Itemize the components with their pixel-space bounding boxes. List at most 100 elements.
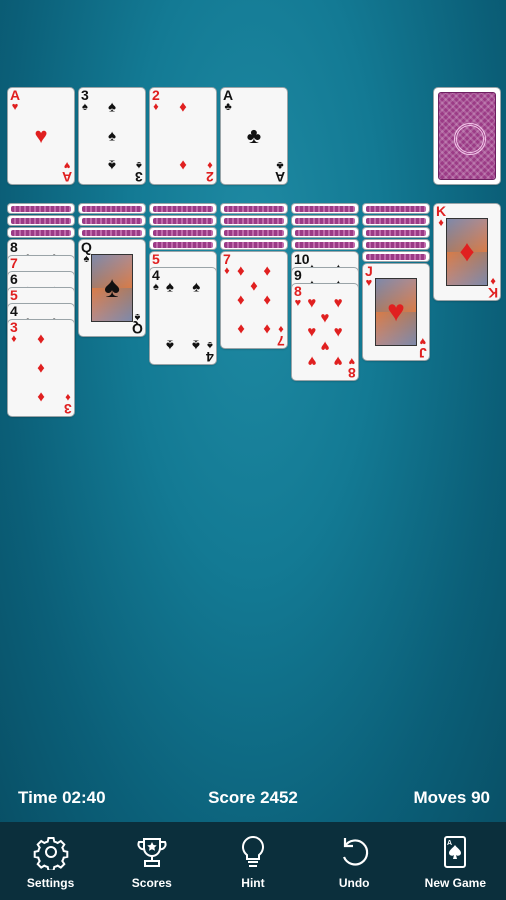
settings-label: Settings [26,876,75,890]
card-pip-icon: ♥ [333,294,343,312]
tableau-3-card-2[interactable]: 4 ♠ 4 ♠ ♠ ♠ ♠ ♠ [150,268,216,364]
card-corner-top: A ♥ [10,88,20,113]
face-down-card [221,204,287,213]
face-down-card [150,216,216,225]
tableau-2-card-1[interactable]: Q ♠ Q ♠ ♠ [79,240,145,336]
face-down-card [292,204,358,213]
lightbulb-icon [241,835,264,867]
card-rank: 3 [135,169,143,184]
status-bar: Time 02:40 Score 2452 Moves 90 [0,788,506,812]
card-pip-icon: ♦ [179,98,187,116]
card-suit-icon: ♥ [294,297,302,309]
settings-button[interactable]: Settings [6,822,96,900]
card-corner-bottom: 2 ♦ [206,159,214,184]
card-suit-icon: ♠ [83,253,90,265]
card-rank: 7 [277,333,285,348]
court-figure: ♦ [446,218,488,286]
card-suit-icon: ♣ [224,101,232,113]
card-corner-bottom: 3 ♦ [64,391,72,416]
card-corner-bottom: A ♣ [274,159,285,184]
card-suit-icon: ♦ [65,391,71,403]
face-down-card [363,240,429,249]
card-rank: A [274,169,285,184]
card-rank: 2 [206,169,214,184]
card-pip-icon: ♥ [307,323,317,341]
card-suit-icon: ♥ [11,101,19,113]
new-game-label: New Game [424,876,487,890]
card-suit-icon: ♦ [11,333,17,345]
face-down-card [79,216,145,225]
hint-button[interactable]: Hint [208,822,298,900]
tableau-5-card-3[interactable]: 8 ♥ 8 ♥ ♥ ♥ ♥ ♥ ♥ ♥ ♥ ♥ [292,284,358,380]
card-pip-icon: ♥ [333,352,343,370]
card-pip-icon: ♦ [37,388,45,406]
card-corner-top: J ♥ [365,264,373,289]
card-pip-icon: ♦ [263,291,272,309]
card-rank: Q [132,321,143,336]
face-down-card [292,228,358,237]
card-pip-icon: ♠ [108,127,116,145]
tableau-4-card-1[interactable]: 7 ♦ 7 ♦ ♦ ♦ ♦ ♦ ♦ ♦ ♦ [221,252,287,348]
card-suit-icon: ♠ [81,101,88,113]
face-down-card [221,216,287,225]
card-pip-icon: ♣ [246,123,262,148]
court-figure: ♠ [91,254,133,322]
card-pip-icon: ♥ [307,352,317,370]
face-down-card [150,240,216,249]
card-pip-icon: ♦ [263,320,272,338]
foundation-pile-3[interactable]: 2 ♦ 2 ♦ ♦ ♦ [150,88,216,184]
card-suit-icon: ♦ [278,323,284,335]
tableau-6-card-1[interactable]: J ♥ J ♥ ♥ [363,264,429,360]
face-down-card [8,228,74,237]
card-corner-top: 4 ♠ [152,268,160,293]
face-down-card [79,228,145,237]
card-suit-icon: ♥ [63,159,71,171]
face-down-card [79,204,145,213]
foundation-pile-4[interactable]: A ♣ A ♣ ♣ [221,88,287,184]
card-suit-icon: ♦ [207,159,213,171]
card-corner-bottom: A ♥ [62,159,72,184]
undo-label: Undo [338,876,370,890]
card-corner-bottom: J ♥ [419,335,427,360]
card-suit-icon: ♥ [419,335,427,347]
tableau-1-card-6[interactable]: 3 ♦ 3 ♦ ♦ ♦ ♦ [8,320,74,416]
card-suit-icon: ♥ [365,277,373,289]
card-pip-icon: ♥ [307,294,317,312]
card-corner-top: 7 ♦ [223,252,231,277]
card-rank: J [419,345,427,360]
card-pip-icon: ♥ [320,309,330,327]
stock-pile[interactable] [434,88,500,184]
card-corner-bottom: 4 ♠ [206,339,214,364]
undo-icon [343,838,369,866]
card-corner-top: A ♣ [223,88,233,113]
card-pip-icon: ♦ [263,262,272,280]
svg-text:A: A [447,840,452,847]
face-down-card [363,204,429,213]
tableau-7-card-1[interactable]: K ♦ K ♦ ♦ [434,204,500,300]
undo-button[interactable]: Undo [309,822,399,900]
card-corner-top: K ♦ [436,204,446,229]
new-game-button[interactable]: A New Game [410,822,500,900]
card-pip-icon: ♥ [333,323,343,341]
card-pip-icon: ♦ [37,330,45,348]
face-down-card [150,204,216,213]
scores-label: Scores [131,876,172,890]
scores-button[interactable]: Scores [107,822,197,900]
card-rank: K [487,285,498,300]
moves-display: Moves 90 [413,788,490,807]
card-rank: 4 [206,349,214,364]
face-down-card [8,216,74,225]
card-pip-icon: ♠ [108,98,116,116]
court-suit-icon: ♥ [387,295,405,328]
card-pip-icon: ♠ [192,278,201,296]
foundation-pile-2[interactable]: 3 ♠ 3 ♠ ♠ ♠ ♠ [79,88,145,184]
card-pip-icon: ♠ [165,336,174,354]
card-suit-icon: ♦ [224,265,230,277]
face-down-card [150,228,216,237]
foundation-pile-1[interactable]: A ♥ A ♥ ♥ [8,88,74,184]
card-corner-top: 2 ♦ [152,88,160,113]
card-corner-bottom: 7 ♦ [277,323,285,348]
card-pip-icon: ♦ [236,320,245,338]
card-pip-icon: ♠ [192,336,201,354]
bottom-toolbar: Settings Scores Hint Undo A New Game [0,822,506,900]
